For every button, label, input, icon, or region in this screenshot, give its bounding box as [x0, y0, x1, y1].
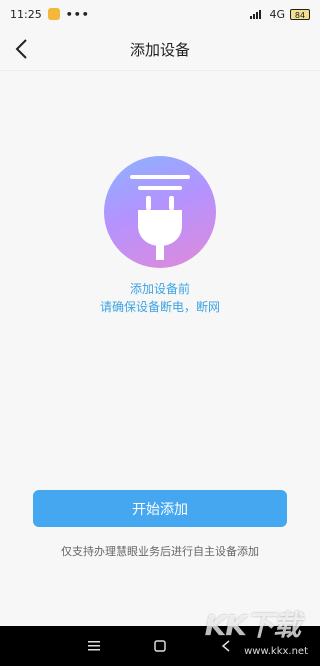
watermark: KK下载 www.kkx.net: [202, 604, 312, 664]
status-left: 11:25 •••: [10, 8, 90, 21]
footnote: 仅支持办理慧眼业务后进行自主设备添加: [61, 545, 259, 558]
power-plug-icon: [130, 175, 190, 260]
battery-icon: 84: [290, 8, 310, 20]
nav-bar: 添加设备: [0, 28, 320, 71]
page-title: 添加设备: [129, 40, 190, 59]
network-type: 4G: [269, 7, 285, 21]
more-notifications-icon: •••: [65, 7, 90, 21]
home-button[interactable]: [152, 638, 168, 654]
status-time: 11:25: [10, 7, 42, 21]
back-arrow-icon: [15, 39, 27, 59]
menu-icon: [88, 641, 100, 651]
home-square-icon: [154, 640, 166, 652]
start-add-button[interactable]: 开始添加: [33, 490, 287, 527]
notification-app-icon: [47, 8, 60, 20]
status-right: 4G 84: [250, 8, 310, 21]
signal-icon: [250, 9, 264, 19]
status-bar: 11:25 ••• 4G 84: [0, 0, 320, 28]
watermark-logo: KK下载: [204, 609, 301, 642]
hint-line-1: 添加设备前: [129, 282, 190, 296]
watermark-url: www.kkx.net: [244, 646, 308, 657]
menu-button[interactable]: [86, 638, 102, 654]
hero-circle: [104, 156, 216, 268]
back-button[interactable]: [8, 36, 34, 62]
hint-line-2: 请确保设备断电，断网: [99, 300, 220, 314]
